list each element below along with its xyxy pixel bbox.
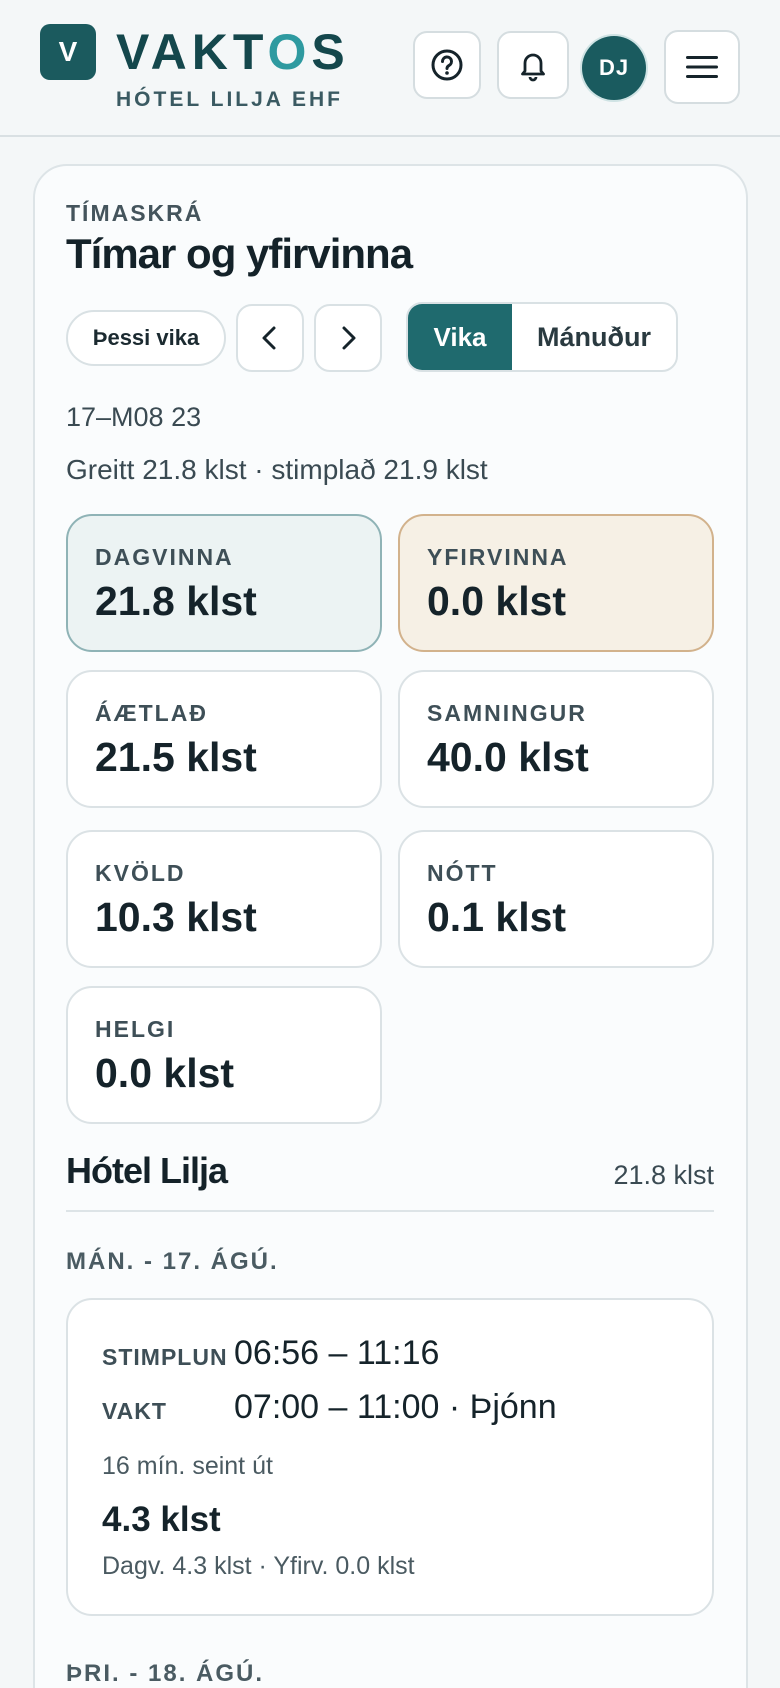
date-range: 17–M08 23 (66, 402, 202, 432)
day-label: MÁN. - 17. ÁGÚ. (66, 1248, 279, 1275)
logo-badge[interactable]: V (40, 24, 96, 80)
top-bar: V VAKTOS HÓTEL LILJA EHF DJ (0, 0, 780, 137)
hamburger-menu-icon (686, 56, 718, 78)
paid-summary: Greitt 21.8 klst · stimplað 21.9 klst (66, 454, 488, 485)
bell-icon (521, 53, 545, 82)
entry-hours: 4.3 klst (102, 1500, 221, 1539)
view-toggle: Vika Mánuður (406, 302, 678, 372)
next-period-button[interactable] (314, 304, 382, 372)
entry-split: Dagv. 4.3 klst · Yfirv. 0.0 klst (102, 1552, 415, 1580)
stat-planned: ÁÆTLAÐ 21.5 klst (66, 670, 382, 808)
late-note: 16 mín. seint út (102, 1452, 273, 1480)
help-button[interactable] (413, 31, 481, 99)
stat-evening: KVÖLD 10.3 klst (66, 830, 382, 968)
previous-period-button[interactable] (236, 304, 304, 372)
punch-value: 06:56 – 11:16 (234, 1334, 440, 1372)
brand-name[interactable]: VAKTOS (116, 22, 350, 82)
stat-label: HELGI (95, 1016, 176, 1042)
stat-value: 0.0 klst (95, 1050, 235, 1096)
stat-label: YFIRVINNA (427, 544, 569, 570)
shift-entry[interactable]: STIMPLUN 06:56 – 11:16 VAKT 07:00 – 11:0… (66, 1298, 714, 1616)
page-title: Tímar og yfirvinna (66, 230, 413, 277)
divider (66, 1210, 714, 1212)
this-week-button[interactable]: Þessi vika (66, 310, 226, 366)
chevron-right-icon (342, 326, 356, 350)
chevron-left-icon (262, 326, 276, 350)
location-total: 21.8 klst (613, 1160, 714, 1190)
stat-label: KVÖLD (95, 860, 186, 886)
help-icon (431, 49, 463, 81)
menu-button[interactable] (664, 30, 740, 104)
notifications-button[interactable] (497, 31, 569, 99)
stat-label: SAMNINGUR (427, 700, 587, 726)
company-name: HÓTEL LILJA EHF (116, 88, 344, 111)
location-name: Hótel Lilja (66, 1150, 228, 1191)
stat-label: ÁÆTLAÐ (95, 700, 208, 726)
stat-value: 21.5 klst (95, 734, 257, 780)
stat-label: DAGVINNA (95, 544, 234, 570)
user-avatar[interactable]: DJ (582, 36, 646, 100)
stat-value: 0.0 klst (427, 578, 567, 624)
stat-day-work: DAGVINNA 21.8 klst (66, 514, 382, 652)
stat-value: 0.1 klst (427, 894, 567, 940)
punch-key: STIMPLUN (102, 1344, 228, 1370)
stat-label: NÓTT (427, 860, 498, 886)
stat-night: NÓTT 0.1 klst (398, 830, 714, 968)
stat-weekend: HELGI 0.0 klst (66, 986, 382, 1124)
view-month-tab[interactable]: Mánuður (512, 304, 676, 370)
day-label: ÞRI. - 18. ÁGÚ. (66, 1660, 265, 1687)
stat-value: 40.0 klst (427, 734, 589, 780)
section-eyebrow: TÍMASKRÁ (66, 200, 204, 226)
shift-key: VAKT (102, 1398, 167, 1424)
stat-overtime: YFIRVINNA 0.0 klst (398, 514, 714, 652)
stat-contract: SAMNINGUR 40.0 klst (398, 670, 714, 808)
shift-value: 07:00 – 11:00 · Þjónn (234, 1388, 557, 1426)
stat-value: 10.3 klst (95, 894, 257, 940)
view-week-tab[interactable]: Vika (408, 304, 512, 370)
stat-value: 21.8 klst (95, 578, 257, 624)
